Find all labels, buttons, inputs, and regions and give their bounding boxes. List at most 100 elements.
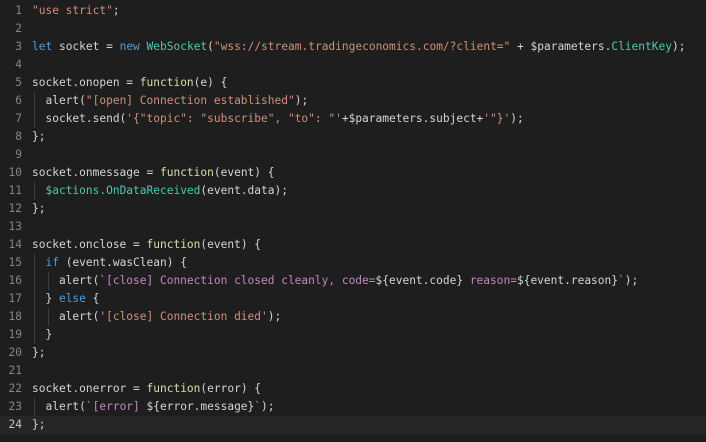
code-token: socket =	[52, 40, 120, 53]
code-text[interactable]: socket.send('{"topic": "subscribe", "to"…	[32, 110, 524, 128]
code-token: function	[139, 76, 194, 89]
code-line[interactable]: 16 alert(`[close] Connection closed clea…	[0, 272, 706, 290]
code-token: );	[671, 40, 686, 53]
code-token: );	[624, 274, 639, 287]
line-number: 3	[15, 40, 22, 53]
code-token: `[close] Connection closed cleanly, code…	[99, 274, 376, 287]
code-token: `	[618, 274, 625, 287]
code-line[interactable]: 3 let socket = new WebSocket("wss://strea…	[0, 38, 706, 56]
code-token: let	[32, 40, 53, 53]
line-number: 15	[8, 256, 22, 269]
line-number: 22	[8, 382, 22, 395]
code-token: );	[510, 112, 524, 125]
code-text[interactable]: };	[32, 200, 45, 218]
line-number: 23	[8, 400, 22, 413]
code-text[interactable]: socket.onerror = function(error) {	[32, 380, 261, 398]
code-token: '{"topic": "subscribe", "to": "'	[126, 112, 342, 125]
code-token: (	[207, 40, 214, 53]
line-number: 2	[15, 22, 22, 35]
code-text[interactable]: socket.onclose = function(event) {	[32, 236, 261, 254]
code-text[interactable]: };	[32, 416, 45, 434]
code-token: reason=	[463, 274, 517, 287]
code-line[interactable]: 23 alert(`[error] ${error.message}`);	[0, 398, 706, 416]
code-token: );	[267, 310, 282, 323]
code-token: alert(	[32, 274, 100, 287]
code-line[interactable]: 13	[0, 218, 706, 236]
code-text[interactable]: if (event.wasClean) {	[32, 254, 186, 272]
line-number: 10	[8, 166, 22, 179]
code-token: '[close] Connection died'	[99, 310, 268, 323]
code-line[interactable]: 24};	[0, 416, 706, 434]
code-token: );	[294, 94, 309, 107]
code-token: WebSocket	[146, 40, 208, 53]
code-text[interactable]: };	[32, 128, 45, 146]
code-line[interactable]: 12};	[0, 200, 706, 218]
code-token: socket.onopen =	[32, 76, 140, 89]
code-token: new	[119, 40, 140, 53]
code-editor[interactable]: 1 "use strict"; 2 3 let socket = new WebSock…	[0, 0, 706, 442]
line-number: 4	[15, 58, 22, 71]
code-token: + $parameters.	[510, 40, 612, 53]
line-number: 11	[8, 184, 22, 197]
code-text[interactable]: socket.onmessage = function(event) {	[32, 164, 275, 182]
code-line[interactable]: 1 "use strict";	[0, 2, 706, 20]
code-token: function	[146, 382, 201, 395]
line-number: 6	[15, 94, 22, 107]
code-line[interactable]: 4	[0, 56, 706, 74]
code-token: function	[159, 166, 214, 179]
code-token: }	[32, 292, 59, 305]
code-text[interactable]: alert(`[error] ${error.message}`);	[32, 398, 275, 416]
code-line[interactable]: 21	[0, 362, 706, 380]
code-text[interactable]: }	[32, 326, 52, 344]
code-text[interactable]: let socket = new WebSocket("wss://stream…	[32, 38, 685, 56]
code-token: "use strict"	[32, 4, 113, 17]
code-line[interactable]: 5 socket.onopen = function(e) {	[0, 74, 706, 92]
line-number: 8	[15, 130, 22, 143]
code-token: "wss://stream.tradingeconomics.com/?clie…	[213, 40, 511, 53]
code-line[interactable]: 20};	[0, 344, 706, 362]
code-token: alert(	[32, 310, 100, 323]
line-number: 19	[8, 328, 22, 341]
code-line[interactable]: 18 alert('[close] Connection died');	[0, 308, 706, 326]
code-token: '"}'	[483, 112, 511, 125]
code-line[interactable]: 7 socket.send('{"topic": "subscribe", "t…	[0, 110, 706, 128]
code-line[interactable]: 17 } else {	[0, 290, 706, 308]
code-line[interactable]: 11 $actions.OnDataReceived(event.data);	[0, 182, 706, 200]
code-token: ${event.code}	[375, 274, 464, 287]
code-line[interactable]: 8};	[0, 128, 706, 146]
code-token: (event.data);	[200, 184, 288, 197]
code-line[interactable]: 2	[0, 20, 706, 38]
line-number: 16	[8, 274, 22, 287]
code-line[interactable]: 19 }	[0, 326, 706, 344]
code-token: ClientKey	[611, 40, 672, 53]
code-token: (event) {	[200, 238, 262, 251]
line-number: 13	[8, 220, 22, 233]
code-text[interactable]: };	[32, 344, 45, 362]
code-line[interactable]: 10 socket.onmessage = function(event) {	[0, 164, 706, 182]
code-text[interactable]: "use strict";	[32, 2, 120, 20]
code-line[interactable]: 9	[0, 146, 706, 164]
code-token: `[error]	[85, 400, 147, 413]
code-token: socket.send(	[32, 112, 127, 125]
code-text[interactable]: alert('[close] Connection died');	[32, 308, 281, 326]
code-text[interactable]: } else {	[32, 290, 99, 308]
code-token: ${error.message}	[146, 400, 255, 413]
line-number: 14	[8, 238, 22, 251]
code-line[interactable]: 22 socket.onerror = function(error) {	[0, 380, 706, 398]
code-text[interactable]: $actions.OnDataReceived(event.data);	[32, 182, 288, 200]
code-token: {	[85, 292, 100, 305]
code-text[interactable]: alert(`[close] Connection closed cleanly…	[32, 272, 638, 290]
code-text[interactable]: socket.onopen = function(e) {	[32, 74, 227, 92]
code-token: };	[32, 346, 46, 359]
code-token: );	[261, 400, 275, 413]
code-line[interactable]: 6 alert("[open] Connection established")…	[0, 92, 706, 110]
code-text[interactable]: alert("[open] Connection established");	[32, 92, 308, 110]
code-token: else	[58, 292, 86, 305]
code-token: };	[32, 418, 46, 431]
line-number: 18	[8, 310, 22, 323]
code-token: function	[146, 238, 201, 251]
code-line[interactable]: 15 if (event.wasClean) {	[0, 254, 706, 272]
code-line[interactable]: 14 socket.onclose = function(event) {	[0, 236, 706, 254]
